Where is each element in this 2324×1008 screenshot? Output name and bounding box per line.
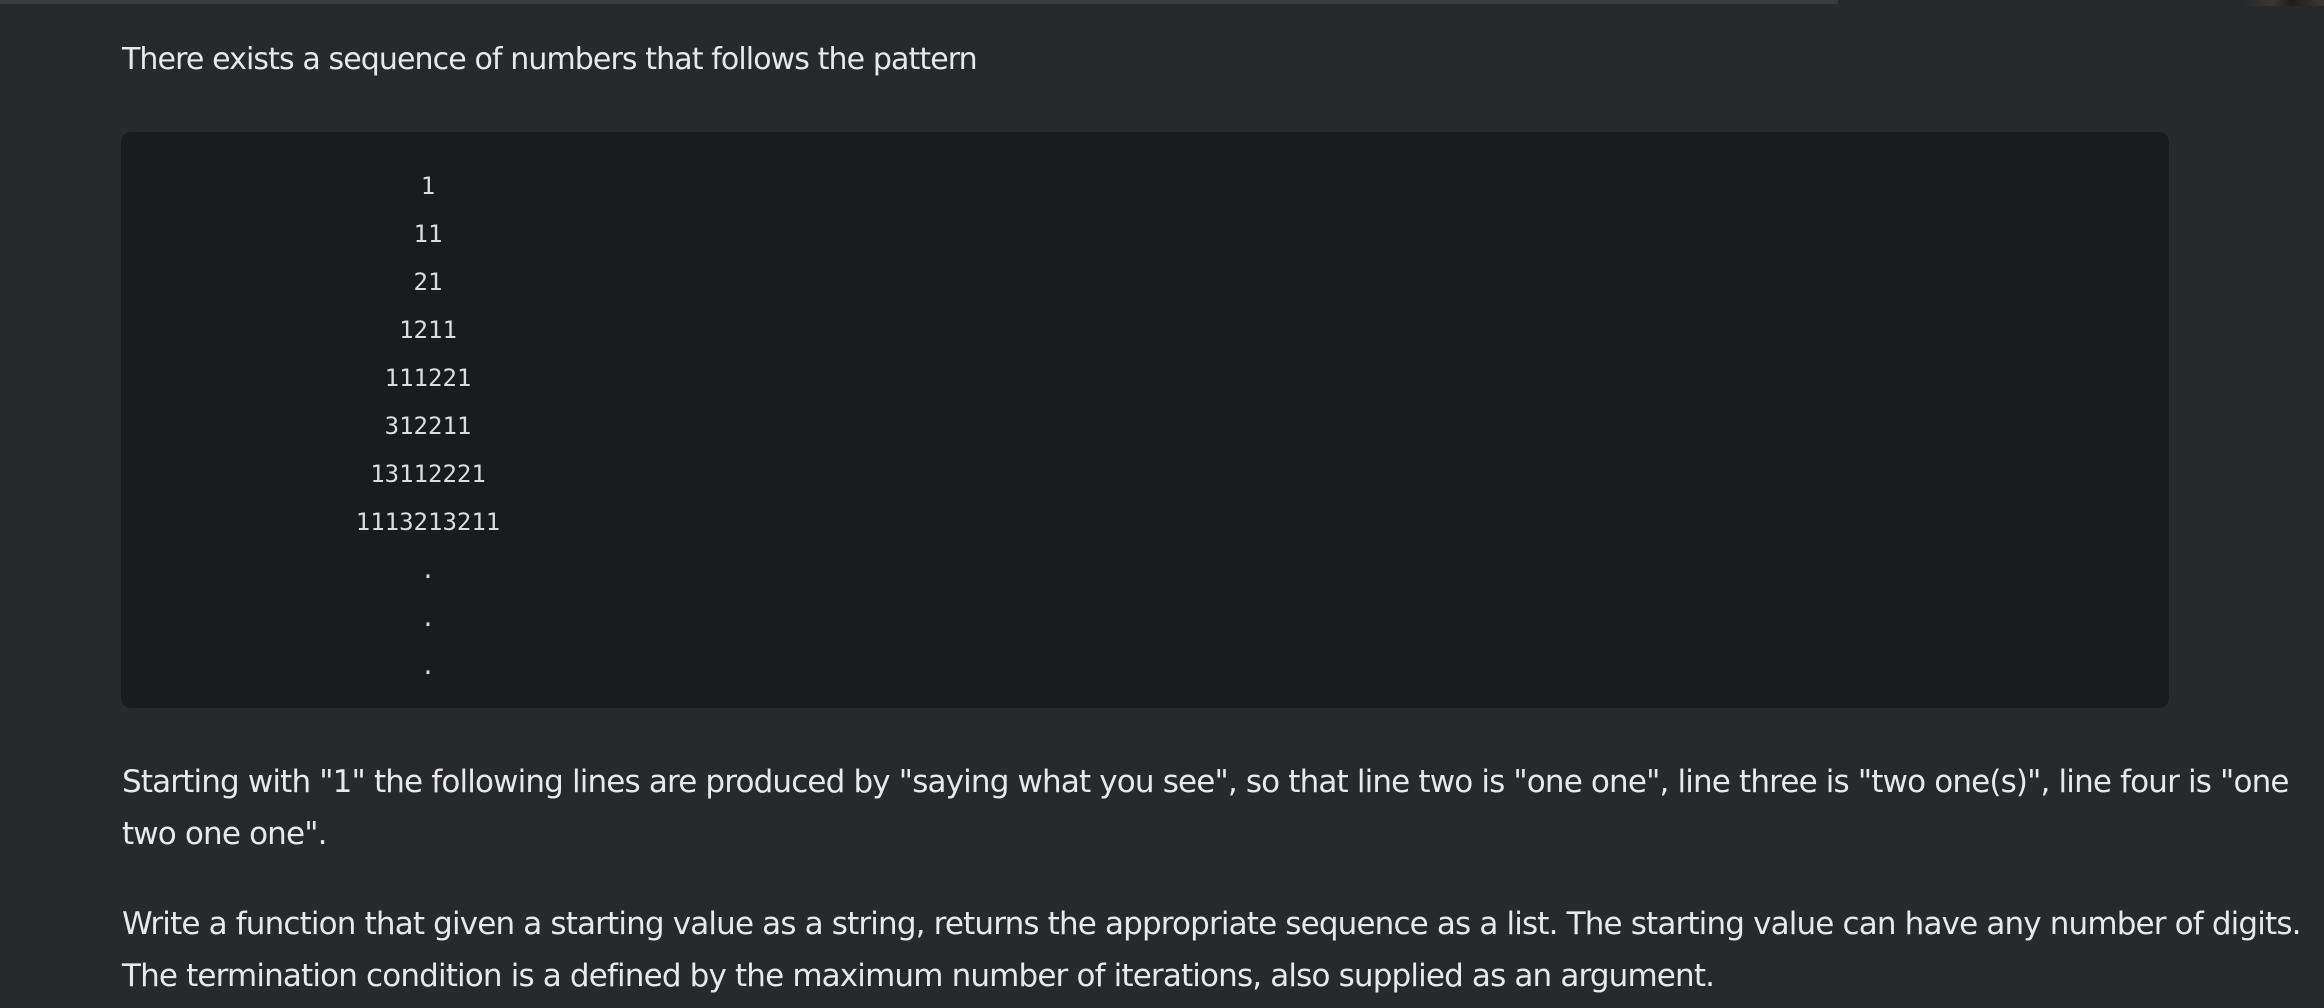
paragraph-line: The termination condition is a defined b… <box>122 958 1715 994</box>
paragraph-line: Write a function that given a starting v… <box>122 906 2301 942</box>
intro-text: There exists a sequence of numbers that … <box>122 42 978 77</box>
code-line: . <box>420 556 436 584</box>
code-line: 11 <box>413 220 443 248</box>
corner-avatar-thumbnail <box>2244 0 2324 6</box>
code-line: 1 <box>420 172 436 200</box>
code-line: 312211 <box>384 412 472 440</box>
code-line: 111221 <box>384 364 472 392</box>
sequence-lines: 1 11 21 1211 111221 312211 13112221 1113… <box>271 162 585 690</box>
code-line: 1211 <box>399 316 457 344</box>
task-paragraph: Write a function that given a starting v… <box>122 898 2301 1002</box>
code-line: . <box>420 604 436 632</box>
code-line: 1113213211 <box>355 508 501 536</box>
top-divider <box>0 0 1838 4</box>
code-line: 21 <box>413 268 443 296</box>
paragraph-line: two one one". <box>122 816 327 852</box>
description-paragraph: Starting with "1" the following lines ar… <box>122 756 2289 860</box>
code-block: 1 11 21 1211 111221 312211 13112221 1113… <box>121 132 2169 708</box>
code-line: 13112221 <box>370 460 486 488</box>
code-line: . <box>420 652 436 680</box>
paragraph-line: Starting with "1" the following lines ar… <box>122 764 2289 800</box>
